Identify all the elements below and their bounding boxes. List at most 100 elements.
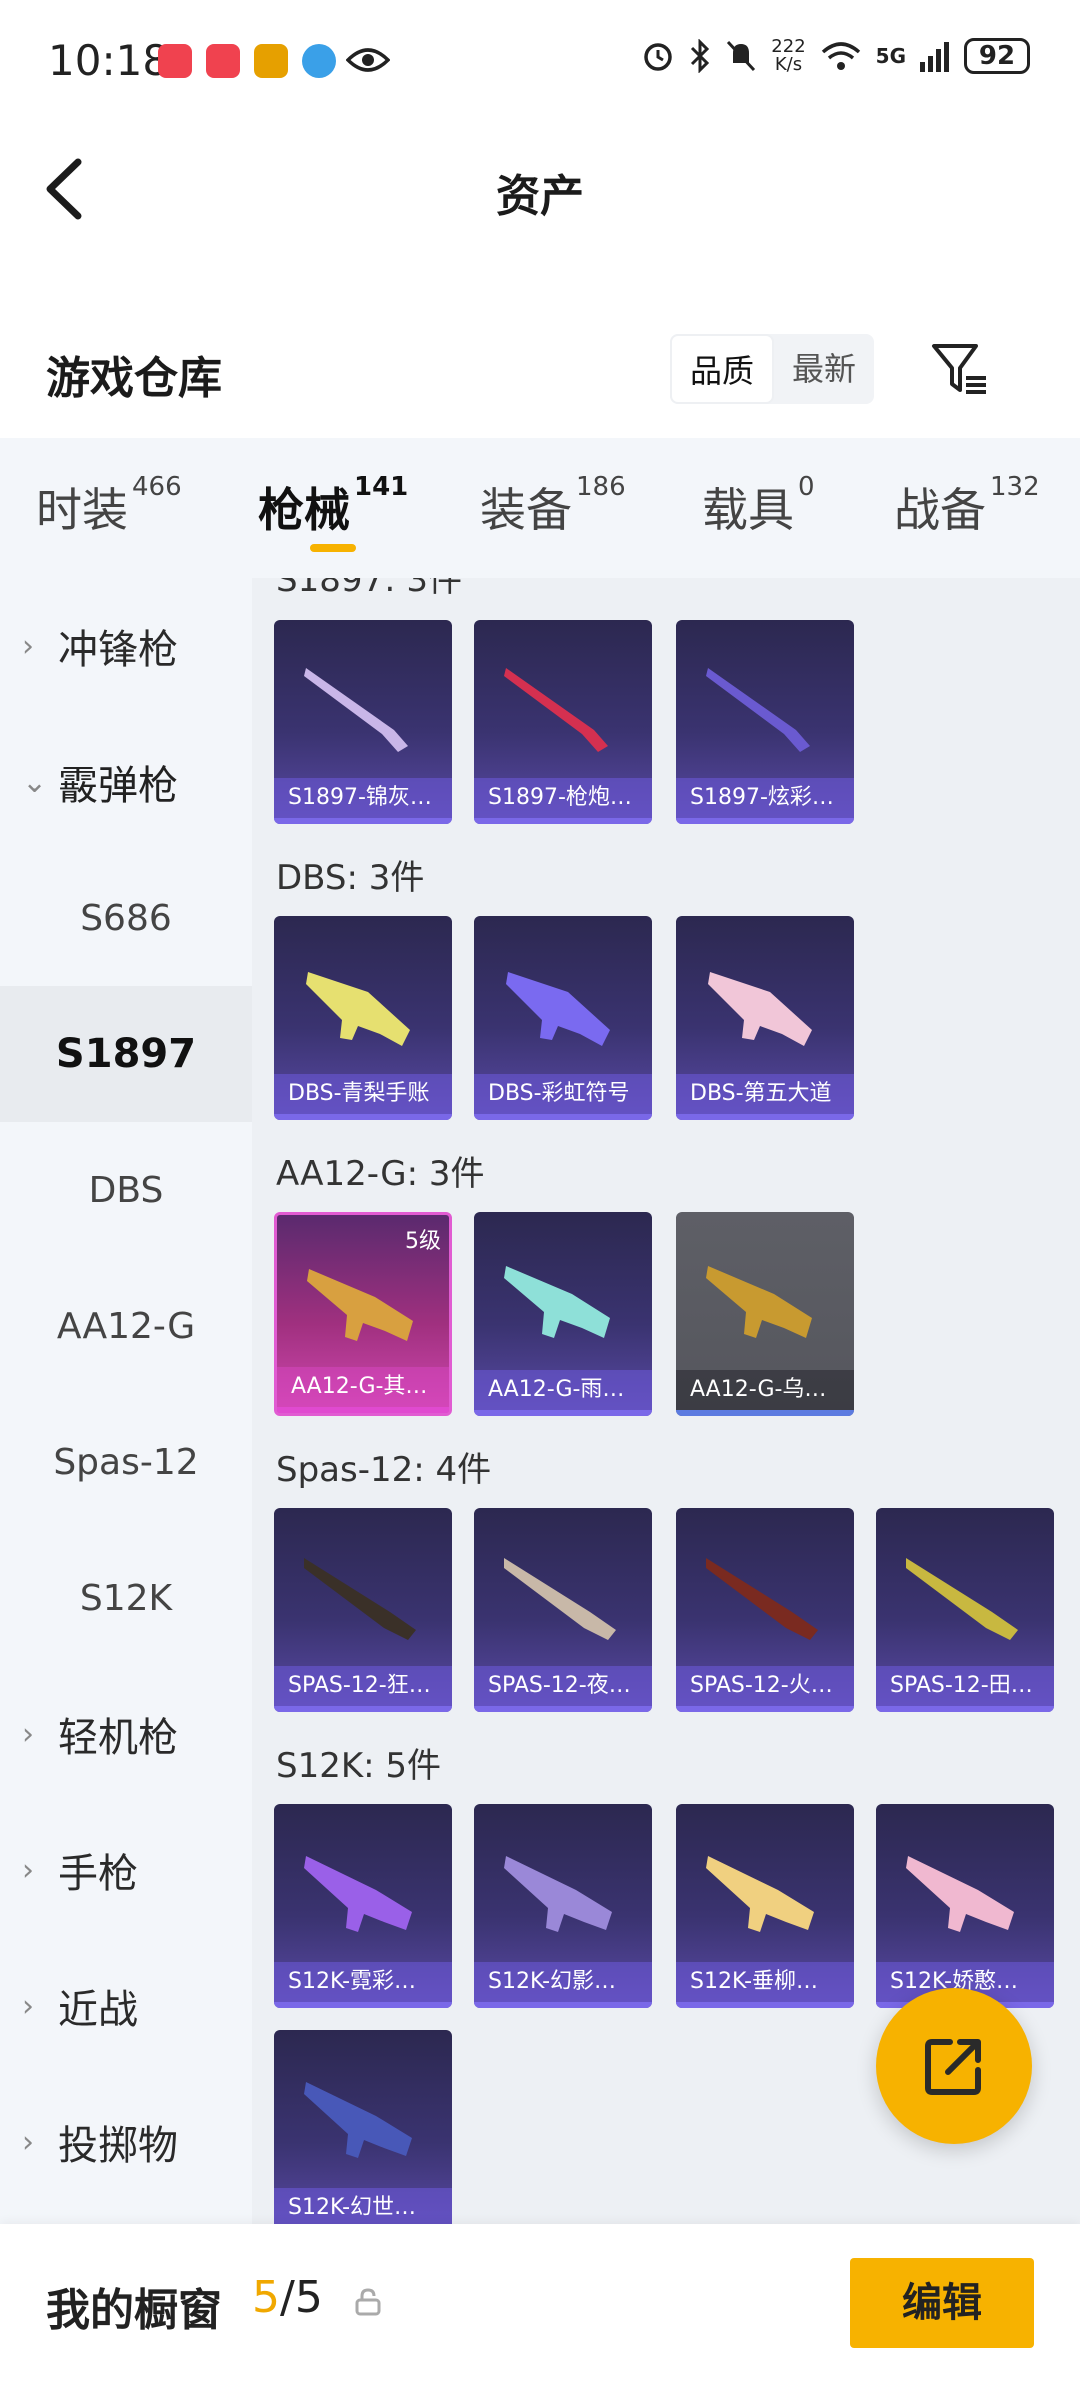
shotgun-skin-icon bbox=[304, 1558, 416, 1640]
item-grid: S1897: 3件 S1897-锦灰… S1897-枪炮… S1897-炫彩… … bbox=[252, 578, 1080, 2224]
showcase-bar: 我的橱窗 5/5 编辑 bbox=[0, 2224, 1080, 2382]
tab-firearms[interactable]: 枪械 141 bbox=[258, 472, 408, 540]
item-card[interactable]: SPAS-12-田… bbox=[876, 1508, 1054, 1712]
showcase-count: 5/5 bbox=[252, 2272, 323, 2323]
item-name: DBS-第五大道 bbox=[676, 1074, 854, 1114]
chevron-right-icon: › bbox=[22, 2124, 34, 2160]
share-button[interactable] bbox=[876, 1988, 1032, 2144]
item-name: S12K-垂柳… bbox=[676, 1962, 854, 2002]
sidebar-sub-aa12g[interactable]: AA12-G bbox=[0, 1258, 252, 1394]
item-card[interactable]: DBS-第五大道 bbox=[676, 916, 854, 1120]
item-name: DBS-彩虹符号 bbox=[474, 1074, 652, 1114]
page-title: 资产 bbox=[496, 171, 584, 222]
sort-quality-button[interactable]: 品质 bbox=[670, 334, 775, 404]
active-tab-indicator bbox=[310, 544, 356, 552]
group-title: S1897: 3件 bbox=[276, 578, 463, 600]
shotgun-skin-icon bbox=[304, 668, 408, 752]
item-card[interactable]: 5级 AA12-G-其… bbox=[274, 1212, 452, 1416]
sidebar-item-melee[interactable]: › 近战 bbox=[0, 1938, 252, 2074]
group-title: S12K: 5件 bbox=[276, 1746, 442, 1786]
shotgun-skin-icon bbox=[504, 1558, 616, 1640]
shotgun-skin-icon bbox=[906, 1558, 1018, 1640]
tab-fashion[interactable]: 时装 466 bbox=[36, 472, 182, 540]
item-card[interactable]: AA12-G-乌… bbox=[676, 1212, 854, 1416]
item-card[interactable]: DBS-青梨手账 bbox=[274, 916, 452, 1120]
alarm-icon bbox=[644, 43, 673, 71]
shotgun-skin-icon bbox=[504, 668, 608, 752]
shotgun-skin-icon bbox=[708, 972, 812, 1046]
item-card[interactable]: SPAS-12-火… bbox=[676, 1508, 854, 1712]
tab-vehicles[interactable]: 载具 0 bbox=[702, 472, 815, 540]
chevron-right-icon: › bbox=[22, 1716, 34, 1752]
item-card[interactable]: DBS-彩虹符号 bbox=[474, 916, 652, 1120]
item-card[interactable]: S12K-霓彩… bbox=[274, 1804, 452, 2008]
lock-icon bbox=[355, 2288, 381, 2316]
item-name: S12K-幻影… bbox=[474, 1962, 652, 2002]
app-header: 资产 bbox=[0, 130, 1080, 250]
notification-app-icon bbox=[254, 44, 288, 78]
item-name: S1897-锦灰… bbox=[274, 778, 452, 818]
item-card[interactable]: S1897-炫彩… bbox=[676, 620, 854, 824]
showcase-title: 我的橱窗 bbox=[46, 2285, 222, 2336]
shotgun-skin-icon bbox=[706, 1558, 818, 1640]
chevron-right-icon: › bbox=[22, 1852, 34, 1888]
notification-app-icon bbox=[206, 44, 240, 78]
shotgun-skin-icon bbox=[706, 1266, 812, 1338]
shotgun-skin-icon bbox=[506, 972, 610, 1046]
sidebar-item-lmg[interactable]: › 轻机枪 bbox=[0, 1666, 252, 1802]
group-title: Spas-12: 4件 bbox=[276, 1450, 492, 1490]
shotgun-skin-icon bbox=[306, 972, 410, 1046]
signal-icon bbox=[920, 42, 949, 72]
item-name: SPAS-12-田… bbox=[876, 1666, 1054, 1706]
sidebar-item-shotgun[interactable]: ⌄ 霰弹枪 bbox=[0, 714, 252, 850]
net-speed: 222 K/s bbox=[771, 36, 806, 75]
sort-newest-button[interactable]: 最新 bbox=[774, 334, 874, 404]
signal-label: 5G bbox=[875, 44, 906, 68]
item-card[interactable]: S1897-锦灰… bbox=[274, 620, 452, 824]
eye-icon bbox=[346, 48, 390, 72]
chevron-right-icon: › bbox=[22, 628, 34, 664]
tab-equipment[interactable]: 装备 186 bbox=[480, 472, 626, 540]
share-icon bbox=[925, 2039, 981, 2095]
category-tabs: 时装 466 枪械 141 装备 186 载具 0 战备 132 bbox=[0, 438, 1080, 578]
tab-battle-gear[interactable]: 战备 132 bbox=[894, 472, 1040, 540]
notification-app-icon bbox=[302, 44, 336, 78]
item-name: SPAS-12-火… bbox=[676, 1666, 854, 1706]
sidebar-item-pistol[interactable]: › 手枪 bbox=[0, 1802, 252, 1938]
shotgun-skin-icon bbox=[304, 2082, 412, 2158]
item-name: AA12-G-雨… bbox=[474, 1370, 652, 1410]
edit-button[interactable]: 编辑 bbox=[850, 2258, 1034, 2348]
item-name: S12K-幻世… bbox=[274, 2188, 452, 2224]
chevron-right-icon: › bbox=[22, 1988, 34, 2024]
filter-icon[interactable] bbox=[930, 338, 990, 398]
item-card[interactable]: S1897-枪炮… bbox=[474, 620, 652, 824]
chevron-down-icon: ⌄ bbox=[22, 764, 48, 800]
group-title: AA12-G: 3件 bbox=[276, 1154, 485, 1194]
item-card[interactable]: SPAS-12-夜… bbox=[474, 1508, 652, 1712]
sidebar-item-submachine[interactable]: › 冲锋枪 bbox=[0, 578, 252, 714]
sidebar-sub-s1897[interactable]: S1897 bbox=[0, 986, 252, 1122]
warehouse-row: 游戏仓库 品质 最新 bbox=[0, 320, 1080, 430]
group-title: DBS: 3件 bbox=[276, 858, 425, 898]
item-name: S12K-霓彩… bbox=[274, 1962, 452, 2002]
shotgun-skin-icon bbox=[906, 1856, 1014, 1932]
sidebar-item-throwable[interactable]: › 投掷物 bbox=[0, 2074, 252, 2210]
sidebar-sub-s686[interactable]: S686 bbox=[0, 850, 252, 986]
sidebar-sub-s12k[interactable]: S12K bbox=[0, 1530, 252, 1666]
item-card[interactable]: AA12-G-雨… bbox=[474, 1212, 652, 1416]
item-card[interactable]: S12K-垂柳… bbox=[676, 1804, 854, 2008]
item-name: S1897-炫彩… bbox=[676, 778, 854, 818]
item-card[interactable]: S12K-幻世… bbox=[274, 2030, 452, 2224]
wifi-icon bbox=[821, 42, 860, 70]
sidebar-sub-spas12[interactable]: Spas-12 bbox=[0, 1394, 252, 1530]
item-card[interactable]: SPAS-12-狂… bbox=[274, 1508, 452, 1712]
shotgun-skin-icon bbox=[304, 1856, 412, 1932]
status-bar: 10:18 222 K/s 5G 92 bbox=[0, 0, 1080, 120]
notification-app-icon bbox=[158, 44, 192, 78]
item-name: SPAS-12-夜… bbox=[474, 1666, 652, 1706]
sidebar-sub-dbs[interactable]: DBS bbox=[0, 1122, 252, 1258]
item-card[interactable]: S12K-娇憨… bbox=[876, 1804, 1054, 2008]
item-card[interactable]: S12K-幻影… bbox=[474, 1804, 652, 2008]
sort-toggle: 品质 最新 bbox=[670, 334, 875, 404]
status-icons: 222 K/s 5G 92 bbox=[641, 38, 1030, 74]
